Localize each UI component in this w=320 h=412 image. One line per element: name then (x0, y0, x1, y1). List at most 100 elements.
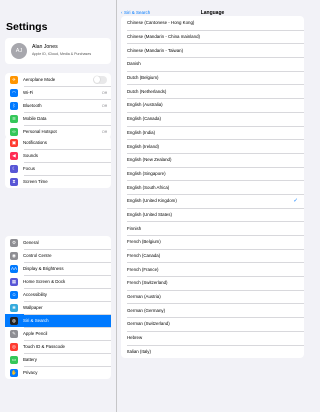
sidebar-title: Settings (6, 21, 48, 33)
language-label: English (United States) (127, 211, 172, 217)
language-label: English (Ireland) (127, 143, 159, 149)
sidebar-item-label: Control Centre (23, 253, 52, 258)
sidebar-item-screen-time[interactable]: ⧗ Screen Time (5, 175, 111, 188)
language-option[interactable]: Danish (121, 57, 304, 71)
sidebar-item-siri-search[interactable]: ◍ Siri & Search (5, 314, 111, 327)
sidebar-item-label: Screen Time (23, 179, 48, 184)
sidebar-item-privacy[interactable]: ✋ Privacy (5, 366, 111, 379)
language-option[interactable]: Finnish (121, 221, 304, 235)
language-label: English (Australia) (127, 102, 163, 108)
wallpaper-icon: ❀ (10, 303, 18, 312)
sidebar-item-label: Notifications (23, 140, 47, 145)
display-icon: AA (10, 264, 18, 273)
language-label: Finnish (127, 225, 142, 231)
language-option[interactable]: French (Canada) (121, 248, 304, 263)
language-option[interactable]: English (New Zealand) (121, 152, 304, 167)
sidebar-item-display-brightness[interactable]: AA Display & Brightness (5, 262, 111, 275)
language-label: French (Switzerland) (127, 280, 168, 286)
sidebar-item-mobile-data[interactable]: ≋ Mobile Data (5, 112, 111, 125)
sidebar-item-label: Aeroplane Mode (23, 77, 56, 82)
language-option[interactable]: English (Canada) (121, 111, 304, 126)
sidebar-item-home-screen-dock[interactable]: ▦ Home Screen & Dock (5, 275, 111, 288)
language-option[interactable]: French (Switzerland) (121, 276, 304, 290)
language-option[interactable]: English (South Africa) (121, 180, 304, 194)
checkmark-icon: ✓ (293, 197, 298, 204)
language-label: German (Switzerland) (127, 321, 170, 327)
language-option[interactable]: French (France) (121, 262, 304, 276)
sidebar-item-focus[interactable]: ☾ Focus (5, 162, 111, 175)
language-option[interactable]: English (United States) (121, 207, 304, 222)
bluetooth-icon: ᛒ (10, 101, 18, 110)
sidebar-item-touch-id-passcode[interactable]: ◎ Touch ID & Passcode (5, 340, 111, 353)
language-list: Chinese (Cantonese - Hong Kong) Chinese (… (121, 16, 304, 359)
language-label: Hebrew (127, 335, 143, 341)
avatar: AJ (11, 43, 27, 59)
hand-icon: ✋ (10, 368, 18, 377)
profile-name: Alan Jones (32, 44, 58, 50)
sidebar-item-label: Apple Pencil (23, 331, 48, 336)
language-label: Dutch (Netherlands) (127, 88, 167, 94)
sidebar-item-control-centre[interactable]: ◉ Control Centre (5, 249, 111, 262)
sidebar-item-notifications[interactable]: ▣ Notifications (5, 136, 111, 149)
language-label: English (Singapore) (127, 170, 166, 176)
apple-id-profile[interactable]: AJ Alan Jones Apple ID, iCloud, Media & … (5, 38, 111, 64)
language-label: English (South Africa) (127, 184, 170, 190)
language-label: French (France) (127, 266, 159, 272)
language-option[interactable]: Chinese (Cantonese - Hong Kong) (121, 16, 304, 30)
language-option[interactable]: Dutch (Belgium) (121, 70, 304, 85)
language-option[interactable]: German (Germany) (121, 303, 304, 317)
sidebar-item-apple-pencil[interactable]: ✎ Apple Pencil (5, 327, 111, 340)
sidebar-item-label: Personal Hotspot (23, 129, 57, 134)
sidebar-item-wi-fi[interactable]: ◠ Wi-Fi Off (5, 86, 111, 99)
sidebar-group-general: ⚙ General ◉ Control Centre AA Display & Brigh… (5, 236, 111, 379)
language-option[interactable]: English (Ireland) (121, 139, 304, 153)
language-option[interactable]: Dutch (Netherlands) (121, 84, 304, 98)
sidebar-item-label: Battery (23, 357, 37, 362)
sidebar-item-wallpaper[interactable]: ❀ Wallpaper (5, 301, 111, 314)
settings-sidebar: Settings AJ Alan Jones Apple ID, iCloud,… (0, 0, 117, 412)
notifications-icon: ▣ (10, 138, 18, 147)
language-option[interactable]: French (Belgium) (121, 235, 304, 249)
sidebar-item-general[interactable]: ⚙ General (5, 236, 111, 249)
language-option[interactable]: German (Austria) (121, 289, 304, 304)
sidebar-item-bluetooth[interactable]: ᛒ Bluetooth Off (5, 99, 111, 112)
language-option[interactable]: English (United Kingdom) ✓ (121, 193, 304, 208)
sidebar-item-label: Display & Brightness (23, 266, 64, 271)
sidebar-item-label: Focus (23, 166, 35, 171)
language-label: French (Belgium) (127, 239, 161, 245)
speaker-icon: ◀ (10, 151, 18, 160)
language-option[interactable]: English (Australia) (121, 98, 304, 112)
sidebar-item-label: Wi-Fi (23, 90, 34, 95)
language-option[interactable]: English (Singapore) (121, 166, 304, 181)
antenna-icon: ≋ (10, 114, 18, 123)
sidebar-item-accessibility[interactable]: ☺ Accessibility (5, 288, 111, 301)
sidebar-item-sounds[interactable]: ◀ Sounds (5, 149, 111, 162)
language-label: French (Canada) (127, 253, 161, 259)
language-label: English (Canada) (127, 116, 161, 122)
language-label: Chinese (Cantonese - Hong Kong) (127, 20, 195, 26)
sidebar-item-label: Bluetooth (23, 103, 42, 108)
sidebar-item-battery[interactable]: ▭ Battery (5, 353, 111, 366)
language-option[interactable]: German (Switzerland) (121, 317, 304, 331)
home-screen-icon: ▦ (10, 277, 18, 286)
sidebar-item-label: Touch ID & Passcode (23, 344, 65, 349)
moon-icon: ☾ (10, 164, 18, 173)
language-option[interactable]: Chinese (Mandarin - Taiwan) (121, 43, 304, 57)
language-label: German (Austria) (127, 294, 161, 300)
language-option[interactable]: Hebrew (121, 330, 304, 345)
sidebar-item-label: General (23, 240, 39, 245)
language-label: English (New Zealand) (127, 157, 172, 163)
language-label: Chinese (Mandarin - China mainland) (127, 34, 200, 40)
language-option[interactable]: English (India) (121, 125, 304, 140)
control-centre-icon: ◉ (10, 251, 18, 260)
sidebar-group-notifications: ▣ Notifications ◀ Sounds ☾ Focus ⧗ Screen Time (5, 136, 111, 188)
sidebar-item-label: Accessibility (23, 292, 47, 297)
hourglass-icon: ⧗ (10, 177, 18, 186)
language-label: Chinese (Mandarin - Taiwan) (127, 47, 184, 53)
language-option[interactable]: Italian (Italy) (121, 344, 304, 359)
wifi-icon: ◠ (10, 88, 18, 97)
sidebar-item-aeroplane-mode[interactable]: ✈ Aeroplane Mode (5, 73, 111, 86)
language-label: Italian (Italy) (127, 348, 151, 354)
language-option[interactable]: Chinese (Mandarin - China mainland) (121, 29, 304, 44)
aeroplane-mode-toggle[interactable] (93, 75, 107, 84)
